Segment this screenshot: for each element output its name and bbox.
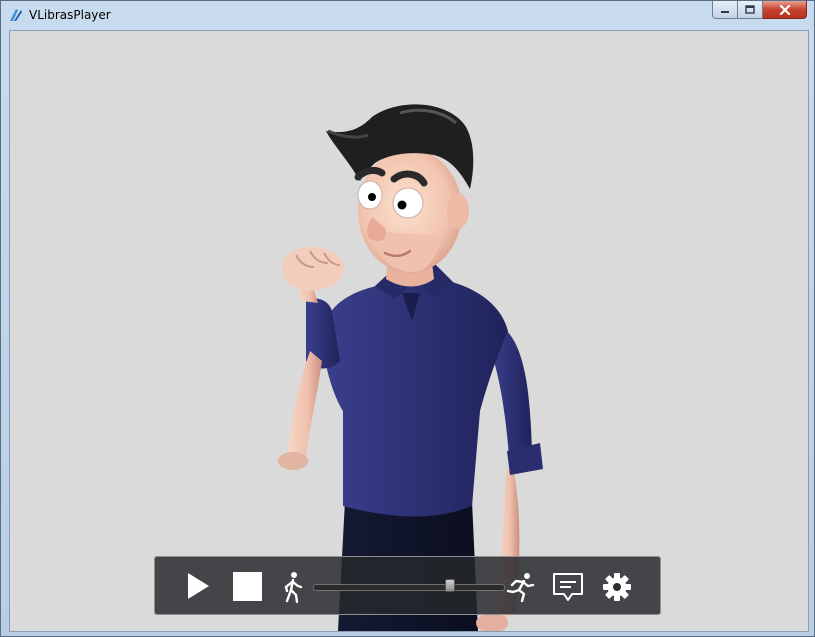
app-icon bbox=[10, 9, 22, 21]
close-button[interactable] bbox=[763, 1, 807, 19]
minimize-button[interactable] bbox=[712, 1, 738, 19]
app-window: VLibrasPlayer bbox=[0, 0, 815, 637]
run-icon bbox=[506, 573, 535, 602]
window-title: VLibrasPlayer bbox=[29, 8, 111, 22]
walk-icon bbox=[284, 572, 303, 603]
window-controls bbox=[712, 1, 807, 20]
maximize-icon bbox=[745, 5, 755, 14]
speed-slider-thumb[interactable] bbox=[444, 579, 455, 592]
speed-slider-track[interactable] bbox=[313, 584, 505, 591]
gear-icon bbox=[603, 573, 631, 601]
subtitles-icon bbox=[553, 573, 583, 601]
subtitles-button[interactable] bbox=[551, 570, 585, 604]
player-control-bar bbox=[154, 556, 661, 615]
close-icon bbox=[779, 4, 790, 15]
settings-button[interactable] bbox=[601, 571, 633, 603]
minimize-icon bbox=[721, 10, 729, 13]
fast-speed-button[interactable] bbox=[505, 571, 535, 603]
maximize-button[interactable] bbox=[738, 1, 763, 19]
sign-language-avatar bbox=[278, 104, 543, 631]
player-viewport[interactable] bbox=[9, 30, 809, 632]
play-icon bbox=[188, 573, 209, 599]
title-bar[interactable]: VLibrasPlayer bbox=[1, 1, 814, 29]
stop-icon bbox=[232, 571, 262, 601]
stop-button[interactable] bbox=[231, 571, 263, 601]
slow-speed-button[interactable] bbox=[281, 571, 305, 603]
play-button[interactable] bbox=[183, 571, 213, 601]
